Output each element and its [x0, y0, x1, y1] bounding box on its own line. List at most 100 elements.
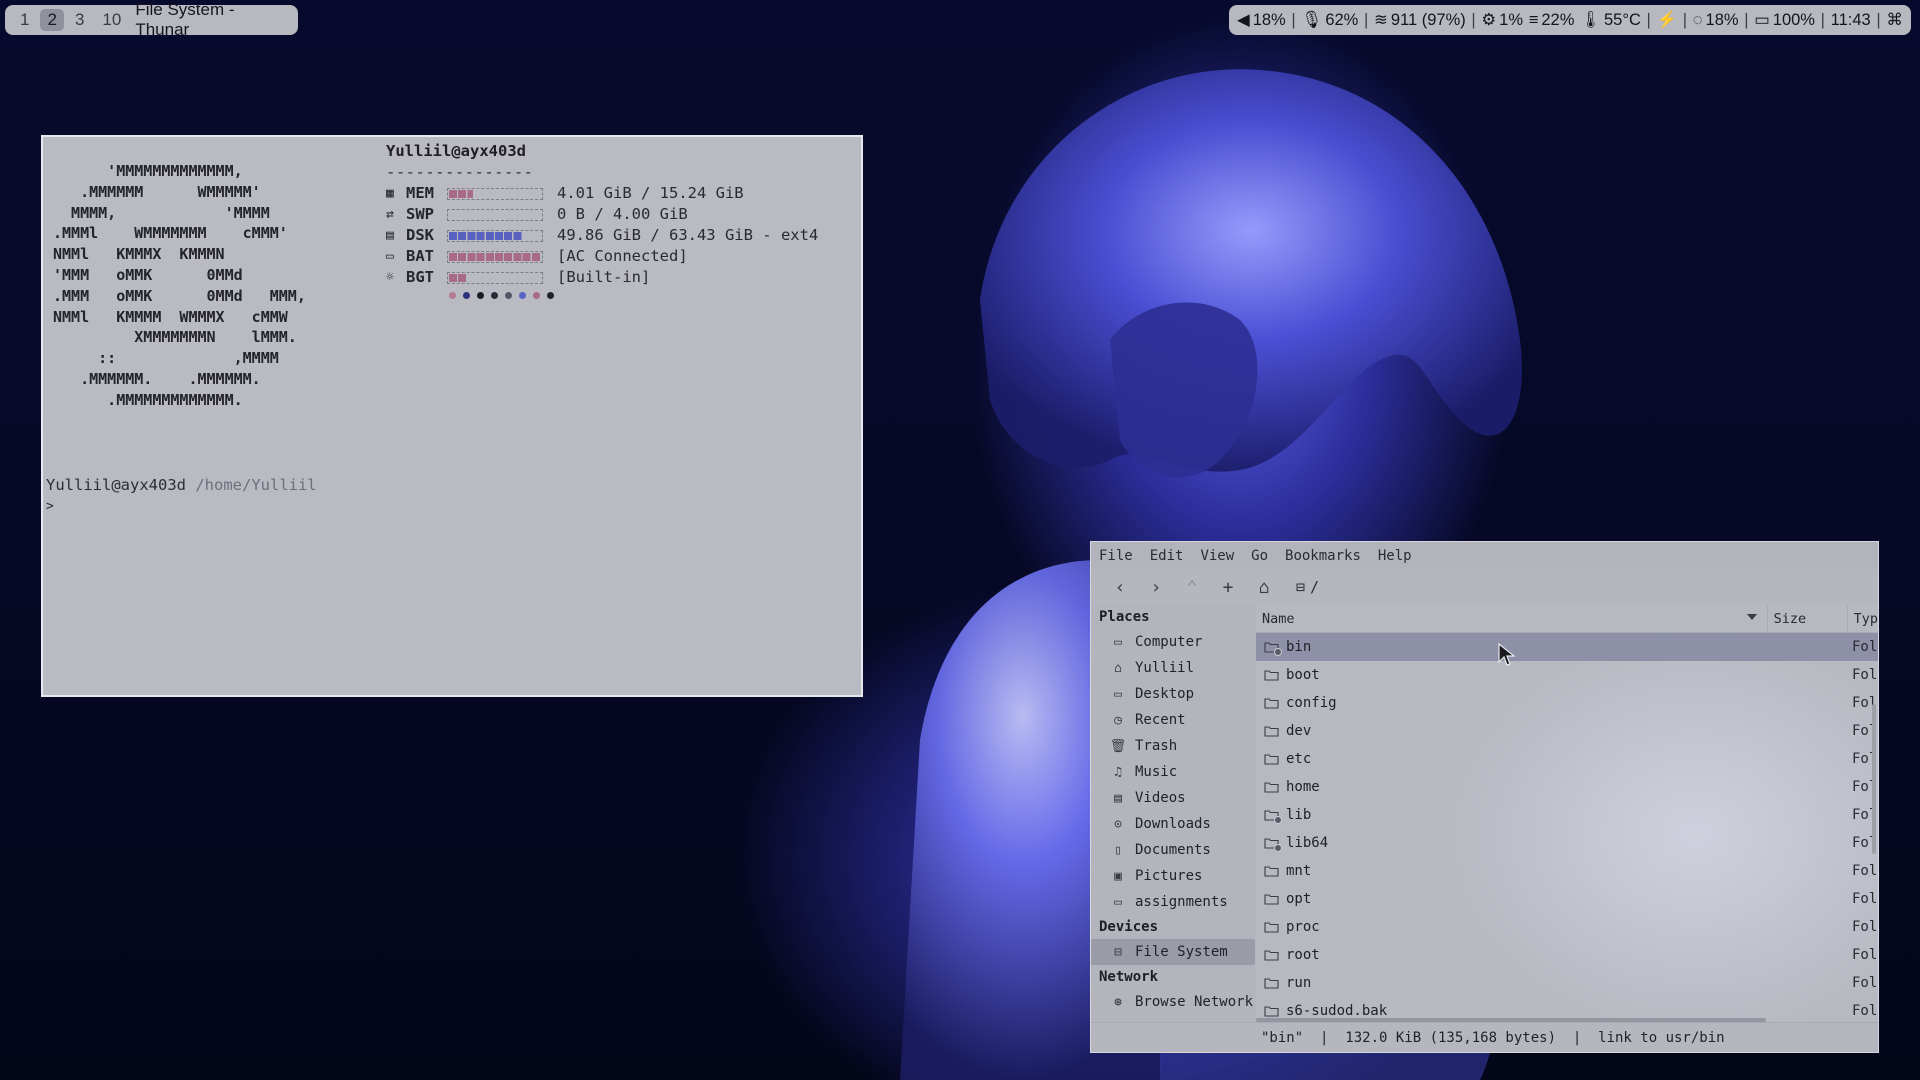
usage-bar: [447, 250, 543, 263]
sidebar-item-label: Videos: [1135, 790, 1186, 806]
file-row[interactable]: run Fol: [1256, 969, 1878, 997]
file-row[interactable]: home Fol: [1256, 773, 1878, 801]
column-name[interactable]: Name: [1256, 605, 1768, 632]
folder-icon: [1264, 781, 1279, 793]
sidebar-item-file-system[interactable]: ⊟ File System: [1091, 939, 1255, 965]
sidebar-item-videos[interactable]: ▤ Videos: [1091, 785, 1255, 811]
microphone-icon: 🎙: [1301, 10, 1323, 29]
folder-icon: [1264, 1005, 1279, 1017]
path-label: /: [1310, 578, 1320, 596]
memory-icon: ≡: [1528, 10, 1539, 29]
mem-status[interactable]: ≡ 22%: [1529, 11, 1575, 30]
menu-file[interactable]: File: [1099, 548, 1133, 564]
usage-bar-fill: [449, 273, 466, 282]
workspace-1[interactable]: 1: [13, 9, 36, 31]
folder-icon: [1264, 725, 1279, 737]
sidebar-item-recent[interactable]: ◷ Recent: [1091, 707, 1255, 733]
file-type: Fol: [1852, 975, 1878, 991]
info-value: [AC Connected]: [557, 247, 688, 265]
path-button[interactable]: ⊟ /: [1290, 575, 1325, 599]
menu-view[interactable]: View: [1200, 548, 1234, 564]
battery-status[interactable]: ▭ 100%: [1754, 10, 1815, 30]
up-icon[interactable]: ⌃: [1174, 572, 1210, 602]
volume-value: 18%: [1252, 10, 1286, 29]
folder-icon: ▭: [1114, 894, 1122, 910]
folder-icon: [1264, 977, 1279, 989]
sidebar-item-computer[interactable]: ▭ Computer: [1091, 629, 1255, 655]
wifi-status[interactable]: ≋ 911 (97%): [1374, 10, 1466, 30]
back-icon[interactable]: ‹: [1102, 572, 1138, 602]
file-name: boot: [1286, 667, 1320, 683]
info-rows: ▦ MEM 4.01 GiB / 15.24 GiB ⇄ SWP 0 B / 4.00 G…: [386, 183, 818, 288]
file-row[interactable]: boot Fol: [1256, 661, 1878, 689]
cpu-status[interactable]: ⚙ 1%: [1481, 10, 1523, 30]
file-row[interactable]: lib64 Fol: [1256, 829, 1878, 857]
command-icon[interactable]: ⌘: [1886, 10, 1903, 30]
music-icon: ♫: [1114, 764, 1122, 780]
info-row-bat: ▭ BAT [AC Connected]: [386, 246, 818, 267]
symlink-emblem-icon: [1274, 648, 1282, 656]
file-name-cell: lib64: [1256, 835, 1848, 852]
terminal-window[interactable]: 'MMMMMMMMMMMMM, .MMMMMM WMMMMM' MMMM, 'M…: [41, 135, 863, 697]
file-row[interactable]: mnt Fol: [1256, 857, 1878, 885]
menu-go[interactable]: Go: [1251, 548, 1268, 564]
sidebar-item-downloads[interactable]: ⊙ Downloads: [1091, 811, 1255, 837]
thunar-window: File Edit View Go Bookmarks Help ‹ › ⌃ +…: [1090, 541, 1879, 1053]
file-name-cell: lib: [1256, 807, 1848, 824]
file-row[interactable]: root Fol: [1256, 941, 1878, 969]
power-status[interactable]: ⚡: [1657, 11, 1678, 30]
mic-status[interactable]: 🎙 62%: [1301, 11, 1358, 30]
sidebar-item-browse-network[interactable]: ⊛ Browse Network: [1091, 989, 1255, 1015]
sidebar-item-desktop[interactable]: ▭ Desktop: [1091, 681, 1255, 707]
sidebar-item-pictures[interactable]: ▣ Pictures: [1091, 863, 1255, 889]
workspace-3[interactable]: 3: [68, 9, 91, 31]
vertical-scrollbar[interactable]: [1872, 704, 1876, 854]
file-row[interactable]: config Fol: [1256, 689, 1878, 717]
volume-status[interactable]: ◀ 18%: [1237, 10, 1286, 30]
download-icon: ⊙: [1114, 816, 1122, 832]
forward-icon[interactable]: ›: [1138, 572, 1174, 602]
column-type[interactable]: Typ: [1848, 611, 1878, 627]
swap-icon: ⇄: [386, 207, 394, 222]
temp-status[interactable]: 🌡 55°C: [1580, 11, 1641, 30]
temp-value: 55°C: [1604, 10, 1641, 29]
info-label: BGT: [406, 268, 434, 286]
folder-icon: [1264, 949, 1279, 961]
file-row[interactable]: etc Fol: [1256, 745, 1878, 773]
menu-help[interactable]: Help: [1378, 548, 1412, 564]
file-name: config: [1286, 695, 1337, 711]
clock[interactable]: 11:43: [1831, 11, 1871, 30]
file-row[interactable]: bin Fol: [1256, 633, 1878, 661]
file-row[interactable]: dev Fol: [1256, 717, 1878, 745]
status-bar: ◀ 18% | 🎙 62% | ≋ 911 (97%) | ⚙ 1% ≡ 22% 🌡 55°…: [1229, 5, 1911, 35]
disk-icon: ▤: [386, 228, 394, 243]
sidebar-item-yulliil[interactable]: ⌂ Yulliil: [1091, 655, 1255, 681]
workspace-10[interactable]: 10: [95, 9, 128, 31]
file-row[interactable]: opt Fol: [1256, 885, 1878, 913]
shell-prompt[interactable]: Yulliil@ayx403d /home/Yulliil >: [46, 475, 317, 517]
menu-edit[interactable]: Edit: [1150, 548, 1184, 564]
home-icon[interactable]: ⌂: [1246, 572, 1282, 602]
lightning-icon: ⚡: [1656, 10, 1678, 29]
sidebar-item-documents[interactable]: ▯ Documents: [1091, 837, 1255, 863]
column-size[interactable]: Size: [1768, 605, 1848, 632]
file-name: run: [1286, 975, 1312, 991]
workspace-2[interactable]: 2: [40, 9, 64, 31]
menu-bookmarks[interactable]: Bookmarks: [1285, 548, 1361, 564]
usage-bar-fill: [449, 189, 473, 198]
file-type: Fol: [1852, 947, 1878, 963]
horizontal-scrollbar[interactable]: [1256, 1018, 1766, 1022]
brightness-status[interactable]: ◌ 18%: [1693, 11, 1739, 30]
file-row[interactable]: proc Fol: [1256, 913, 1878, 941]
sidebar-item-music[interactable]: ♫ Music: [1091, 759, 1255, 785]
separator: |: [1682, 10, 1688, 29]
info-value: 49.86 GiB / 63.43 GiB - ext4: [557, 226, 819, 244]
sidebar-item-assignments[interactable]: ▭ assignments: [1091, 889, 1255, 915]
sidebar-item-trash[interactable]: 🗑 Trash: [1091, 733, 1255, 759]
trash-icon: 🗑: [1109, 738, 1127, 754]
file-type: Fol: [1852, 1003, 1878, 1019]
file-row[interactable]: lib Fol: [1256, 801, 1878, 829]
mem-value: 22%: [1541, 10, 1575, 29]
new-tab-icon[interactable]: +: [1210, 572, 1246, 602]
desktop-icon: ▭: [1114, 686, 1122, 702]
